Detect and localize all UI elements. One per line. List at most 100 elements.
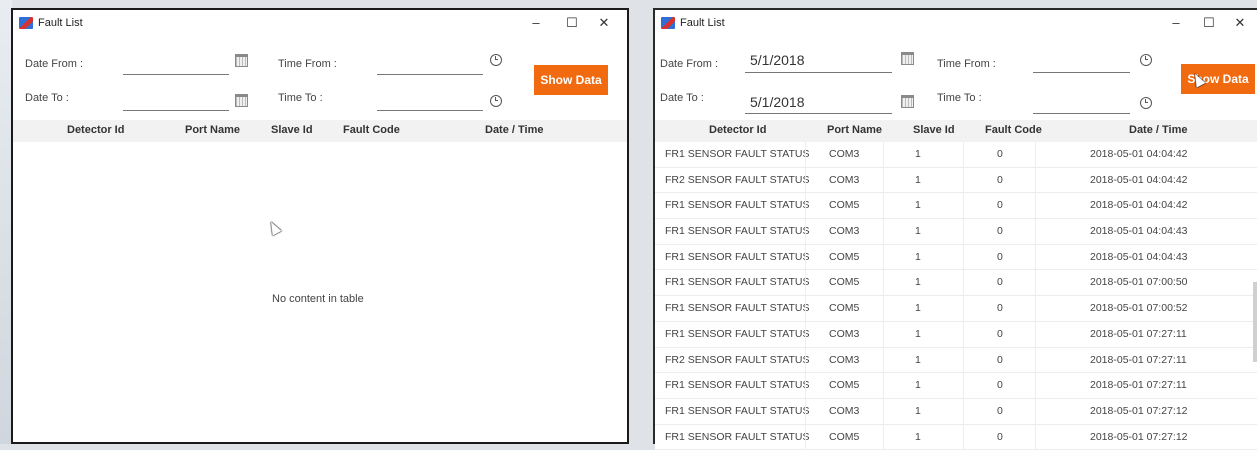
cell-port-name: COM3	[829, 148, 860, 160]
window-title: Fault List	[680, 17, 725, 29]
column-header[interactable]: Fault Code	[985, 124, 1042, 136]
calendar-icon[interactable]	[901, 52, 914, 65]
cell-port-name: COM3	[829, 327, 860, 340]
maximize-button[interactable]: ☐	[561, 14, 583, 32]
date-to-label: Date To :	[660, 92, 704, 104]
cell-port-name: COM5	[829, 302, 860, 315]
minimize-button[interactable]: –	[525, 14, 547, 32]
fault-list-window-populated: Fault List – ☐ ✕ Date From : 5/1/2018 Ti…	[653, 8, 1257, 450]
cell-slave-id: 1	[915, 302, 921, 315]
cell-slave-id: 1	[915, 327, 921, 340]
table-row[interactable]: FR1 SENSOR FAULT STATUS COM5 1 0 2018-05-01 …	[655, 424, 1257, 450]
date-from-label: Date From :	[25, 58, 84, 70]
time-to-field[interactable]	[377, 110, 483, 111]
fault-list-window-empty: Fault List – ☐ ✕ Date From : Time From :…	[11, 8, 629, 444]
cell-date-time: 2018-05-01 07:27:12	[1090, 430, 1188, 443]
cell-date-time: 2018-05-01 07:00:50	[1090, 276, 1188, 289]
date-to-underline	[745, 113, 892, 114]
cell-port-name: COM5	[829, 276, 860, 289]
cell-date-time: 2018-05-01 04:04:43	[1090, 225, 1188, 238]
time-from-label: Time From :	[937, 58, 996, 70]
column-header[interactable]: Date / Time	[1129, 124, 1188, 136]
cell-fault-code: 0	[997, 250, 1003, 263]
time-to-label: Time To :	[278, 92, 323, 104]
cell-detector-id: FR1 SENSOR FAULT STATUS	[665, 327, 810, 340]
column-header[interactable]: Fault Code	[343, 124, 400, 136]
column-header[interactable]: Port Name	[185, 124, 240, 136]
cell-fault-code: 0	[997, 404, 1003, 417]
cell-detector-id: FR2 SENSOR FAULT STATUS	[665, 173, 810, 186]
column-header[interactable]: Detector Id	[709, 124, 766, 136]
table-row[interactable]: FR1 SENSOR FAULT STATUS COM5 1 0 2018-05-01 …	[655, 244, 1257, 271]
cell-slave-id: 1	[915, 430, 921, 443]
date-from-label: Date From :	[660, 58, 719, 70]
maximize-button[interactable]: ☐	[1198, 14, 1220, 32]
column-header[interactable]: Slave Id	[913, 124, 955, 136]
date-from-field[interactable]: 5/1/2018	[750, 52, 805, 68]
calendar-icon[interactable]	[901, 95, 914, 108]
filter-panel: Date From : Time From : Date To : Time T…	[13, 38, 627, 120]
table-row[interactable]: FR1 SENSOR FAULT STATUS COM5 1 0 2018-05-01 …	[655, 270, 1257, 297]
date-to-field[interactable]: 5/1/2018	[750, 94, 805, 110]
close-button[interactable]: ✕	[593, 14, 615, 32]
cell-port-name: COM5	[829, 250, 860, 263]
table-row[interactable]: FR1 SENSOR FAULT STATUS COM3 1 0 2018-05-01 …	[655, 142, 1257, 168]
cell-detector-id: FR1 SENSOR FAULT STATUS	[665, 430, 810, 443]
clock-icon[interactable]	[490, 54, 502, 66]
table-row[interactable]: FR1 SENSOR FAULT STATUS COM5 1 0 2018-05-01 …	[655, 296, 1257, 322]
table-body: FR1 SENSOR FAULT STATUS COM3 1 0 2018-05-01 …	[655, 142, 1257, 450]
cell-detector-id: FR1 SENSOR FAULT STATUS	[665, 404, 810, 417]
cell-slave-id: 1	[915, 353, 921, 366]
cell-detector-id: FR2 SENSOR FAULT STATUS	[665, 353, 810, 366]
cell-detector-id: FR1 SENSOR FAULT STATUS	[665, 302, 810, 315]
column-header[interactable]: Date / Time	[485, 124, 544, 136]
cell-detector-id: FR1 SENSOR FAULT STATUS	[665, 250, 810, 263]
table-row[interactable]: FR1 SENSOR FAULT STATUS COM5 1 0 2018-05-01 …	[655, 193, 1257, 220]
cell-port-name: COM3	[829, 225, 860, 238]
cell-fault-code: 0	[997, 353, 1003, 366]
cell-slave-id: 1	[915, 173, 921, 186]
cell-detector-id: FR1 SENSOR FAULT STATUS	[665, 276, 810, 289]
table-row[interactable]: FR1 SENSOR FAULT STATUS COM3 1 0 2018-05-01 …	[655, 219, 1257, 245]
table-row[interactable]: FR2 SENSOR FAULT STATUS COM3 1 0 2018-05-01 …	[655, 167, 1257, 194]
cell-port-name: COM3	[829, 353, 860, 366]
vertical-scrollbar[interactable]	[1253, 282, 1257, 362]
cell-slave-id: 1	[915, 379, 921, 392]
close-button[interactable]: ✕	[1229, 14, 1251, 32]
calendar-icon[interactable]	[235, 94, 248, 107]
column-header[interactable]: Detector Id	[67, 124, 124, 136]
table-row[interactable]: FR2 SENSOR FAULT STATUS COM3 1 0 2018-05-01 …	[655, 347, 1257, 374]
time-from-field[interactable]	[377, 74, 483, 75]
table-row[interactable]: FR1 SENSOR FAULT STATUS COM5 1 0 2018-05-01 …	[655, 373, 1257, 399]
cell-detector-id: FR1 SENSOR FAULT STATUS	[665, 148, 810, 160]
cell-fault-code: 0	[997, 430, 1003, 443]
show-data-button[interactable]: Show Data	[534, 65, 608, 95]
cell-fault-code: 0	[997, 276, 1003, 289]
time-from-field[interactable]	[1033, 72, 1130, 73]
cell-date-time: 2018-05-01 07:27:11	[1090, 379, 1187, 392]
clock-icon[interactable]	[1140, 54, 1152, 66]
table-row[interactable]: FR1 SENSOR FAULT STATUS COM3 1 0 2018-05-01 …	[655, 321, 1257, 348]
app-icon	[19, 17, 33, 29]
column-header[interactable]: Slave Id	[271, 124, 313, 136]
time-to-field[interactable]	[1033, 113, 1130, 114]
mouse-cursor-icon	[266, 219, 282, 236]
cell-fault-code: 0	[997, 327, 1003, 340]
column-header[interactable]: Port Name	[827, 124, 882, 136]
cell-slave-id: 1	[915, 199, 921, 212]
cell-slave-id: 1	[915, 250, 921, 263]
cell-slave-id: 1	[915, 404, 921, 417]
clock-icon[interactable]	[1140, 97, 1152, 109]
app-icon	[661, 17, 675, 29]
clock-icon[interactable]	[490, 95, 502, 107]
cell-fault-code: 0	[997, 173, 1003, 186]
table-row[interactable]: FR1 SENSOR FAULT STATUS COM3 1 0 2018-05-01 …	[655, 398, 1257, 425]
minimize-button[interactable]: –	[1165, 14, 1187, 32]
table-header: Detector Id Port Name Slave Id Fault Cod…	[13, 120, 627, 142]
cell-port-name: COM3	[829, 404, 860, 417]
date-from-underline	[745, 72, 892, 73]
time-to-label: Time To :	[937, 92, 982, 104]
cell-port-name: COM5	[829, 430, 860, 443]
cell-detector-id: FR1 SENSOR FAULT STATUS	[665, 379, 810, 392]
calendar-icon[interactable]	[235, 54, 248, 67]
